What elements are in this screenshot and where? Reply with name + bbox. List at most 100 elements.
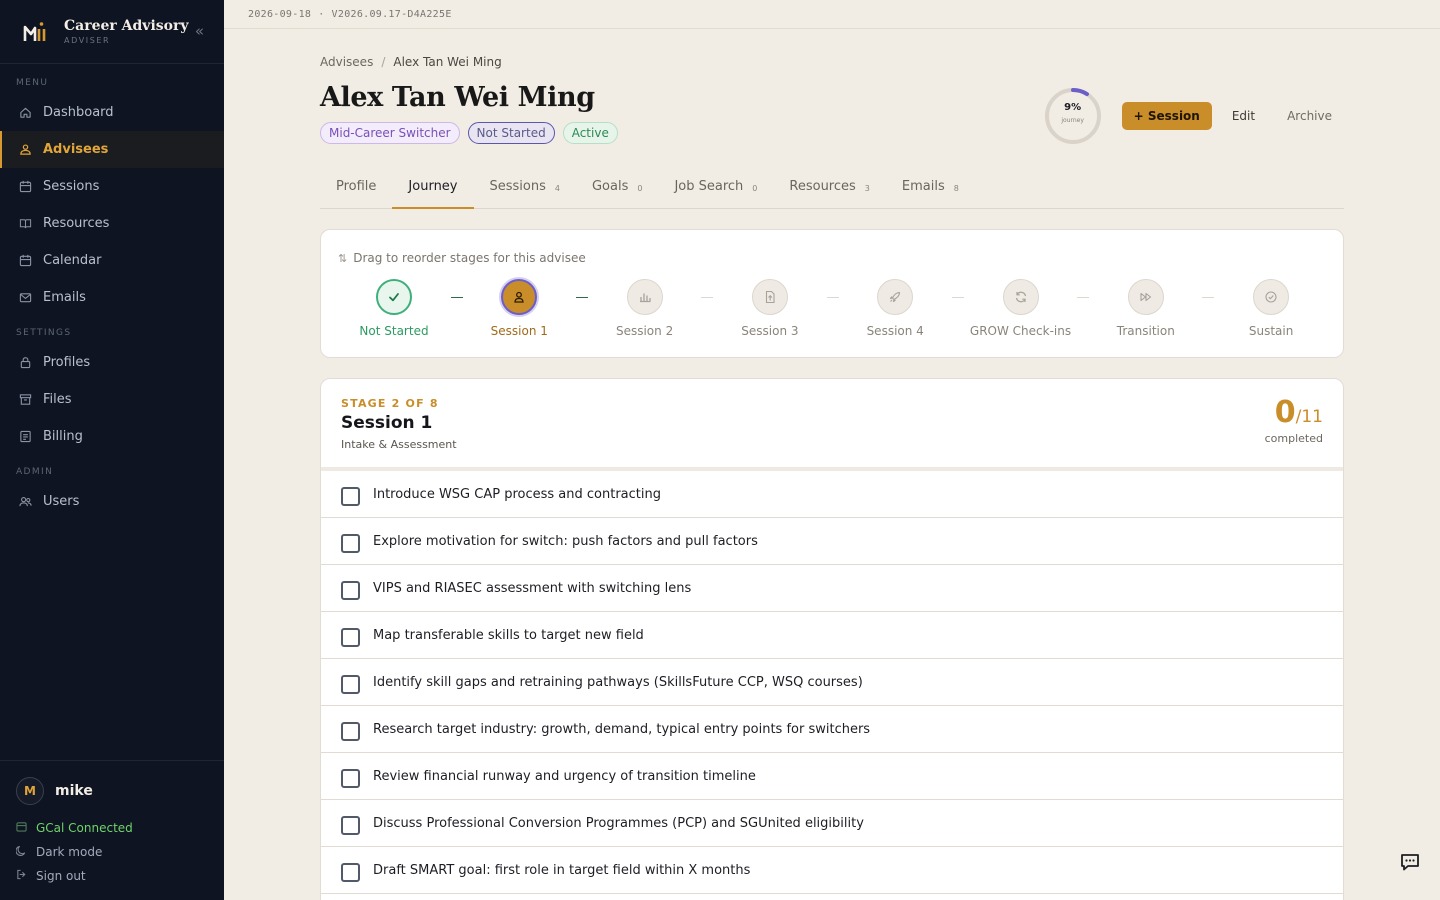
checklist-item-text: Explore motivation for switch: push fact… — [373, 533, 758, 549]
sidebar-item-users[interactable]: Users — [0, 483, 224, 520]
sidebar-item-calendar[interactable]: Calendar — [0, 242, 224, 279]
build-version: V2026.09.17-D4A225E — [331, 8, 452, 20]
collapse-sidebar-icon[interactable]: « — [195, 22, 204, 40]
checklist-checkbox[interactable] — [341, 815, 360, 835]
checklist-checkbox[interactable] — [341, 862, 360, 882]
stage-session-2[interactable]: Session 2 — [585, 279, 705, 338]
sidebar-item-emails[interactable]: Emails — [0, 279, 224, 316]
stage-name: Session 4 — [866, 324, 924, 338]
breadcrumb-parent[interactable]: Advisees — [320, 55, 373, 69]
people-icon — [18, 143, 32, 157]
tab-job-search[interactable]: Job Search 0 — [658, 171, 773, 209]
journey-status-badge: Not Started — [467, 122, 555, 144]
sidebar-item-label: Dashboard — [43, 105, 114, 120]
checklist-item: Explore motivation for switch: push fact… — [321, 518, 1343, 565]
stage-name: Session 2 — [615, 324, 674, 338]
tab-sessions[interactable]: Sessions 4 — [474, 171, 576, 209]
brand: Career Advisory ADVISER « — [0, 0, 224, 64]
active-status-badge: Active — [562, 122, 618, 144]
tab-label: Goals — [591, 179, 629, 194]
calendar-icon — [18, 180, 32, 194]
breadcrumb-current: Alex Tan Wei Ming — [393, 55, 502, 69]
done-count: 0 — [1274, 395, 1296, 430]
stage-name: Transition — [1116, 324, 1175, 338]
journey-stages-card: ⇅ Drag to reorder stages for this advisee… — [320, 229, 1344, 358]
header-actions: 9% journey + Session Edit Archive — [1044, 87, 1344, 145]
sidebar-item-label: Users — [43, 494, 80, 509]
stage-name: Sustain — [1248, 324, 1294, 338]
sign-out-link[interactable]: Sign out — [16, 869, 208, 883]
stage-name: Session 3 — [741, 324, 799, 338]
user-name: mike — [55, 783, 93, 799]
checklist-checkbox[interactable] — [341, 721, 360, 741]
moon-icon — [15, 845, 28, 859]
refresh-icon — [1002, 279, 1039, 315]
sidebar-item-resources[interactable]: Resources — [0, 205, 224, 242]
sidebar-item-sessions[interactable]: Sessions — [0, 168, 224, 205]
checklist-checkbox[interactable] — [341, 533, 360, 553]
checklist-item: Review financial runway and urgency of t… — [321, 753, 1343, 800]
sign-out-icon — [16, 869, 28, 883]
sidebar-item-dashboard[interactable]: Dashboard — [0, 94, 224, 131]
brand-name: Career Advisory — [64, 18, 189, 34]
checklist-item-text: Map transferable skills to target new fi… — [373, 627, 644, 643]
stage-grow-check-ins[interactable]: GROW Check-ins — [961, 279, 1081, 338]
tab-journey[interactable]: Journey — [392, 171, 474, 209]
sidebar-item-label: Emails — [43, 290, 86, 305]
build-date: 2026-09-18 — [248, 8, 312, 20]
reorder-icon: ⇅ — [338, 252, 348, 265]
sidebar-item-files[interactable]: Files — [0, 381, 224, 418]
sidebar: Career Advisory ADVISER « MENU Dashboard A… — [0, 0, 224, 900]
users-icon — [18, 495, 32, 509]
stage-checklist: STAGE 2 OF 8 Session 1 Intake & Assessme… — [320, 378, 1344, 900]
check-icon — [376, 279, 412, 315]
checklist-item-text: Identify skill gaps and retraining pathw… — [373, 674, 863, 690]
journey-label: journey — [1061, 117, 1084, 124]
stage-name: Not Started — [359, 324, 429, 338]
stage-transition[interactable]: Transition — [1086, 279, 1206, 338]
checklist-checkbox[interactable] — [341, 486, 360, 506]
sidebar-item-profiles[interactable]: Profiles — [0, 344, 224, 381]
tab-label: Job Search — [674, 179, 744, 194]
check-circle-icon — [1253, 279, 1290, 315]
tab-emails[interactable]: Emails 8 — [886, 171, 975, 209]
tab-profile[interactable]: Profile — [320, 171, 392, 209]
calendar-icon — [18, 254, 32, 268]
archive-button[interactable]: Archive — [1275, 102, 1344, 130]
dark-mode-label: Dark mode — [36, 845, 103, 859]
stage-session-4[interactable]: Session 4 — [835, 279, 955, 338]
checklist-item-text: Discuss Professional Conversion Programm… — [373, 815, 864, 831]
checklist-items: Introduce WSG CAP process and contractin… — [321, 471, 1343, 894]
checklist-checkbox[interactable] — [341, 674, 360, 694]
file-upload-icon — [751, 279, 788, 315]
add-session-button[interactable]: + Session — [1121, 102, 1212, 130]
stage-session-3[interactable]: Session 3 — [710, 279, 830, 338]
tab-count: 3 — [864, 184, 870, 193]
dark-mode-toggle[interactable]: Dark mode — [15, 845, 208, 859]
sidebar-item-advisees[interactable]: Advisees — [0, 131, 224, 168]
sidebar-item-label: Calendar — [43, 253, 102, 268]
nav-section-label: SETTINGS — [16, 328, 72, 338]
total-count: /11 — [1295, 407, 1323, 427]
fast-forward-icon — [1127, 279, 1164, 315]
stage-title: Session 1 — [341, 413, 433, 433]
checklist-item: Map transferable skills to target new fi… — [321, 612, 1343, 659]
chat-icon[interactable] — [1399, 851, 1421, 873]
checklist-checkbox[interactable] — [341, 768, 360, 788]
tab-resources[interactable]: Resources 3 — [773, 171, 885, 209]
sidebar-item-label: Resources — [43, 216, 110, 231]
tab-goals[interactable]: Goals 0 — [576, 171, 658, 209]
checklist-checkbox[interactable] — [341, 580, 360, 600]
edit-button[interactable]: Edit — [1220, 102, 1267, 130]
stage-session-1[interactable]: Session 1 — [459, 279, 579, 338]
completion-count: 0/11 completed — [1265, 395, 1323, 445]
sidebar-item-billing[interactable]: Billing — [0, 418, 224, 455]
sidebar-footer: M mike GCal Connected Dark mode Sign out — [0, 760, 224, 900]
drag-hint-text: Drag to reorder stages for this advisee — [353, 251, 586, 265]
checklist-checkbox[interactable] — [341, 627, 360, 647]
stage-not-started[interactable]: Not Started — [334, 279, 454, 338]
stage-name: Session 1 — [490, 324, 548, 338]
stage-position: STAGE 2 OF 8 — [341, 397, 439, 410]
user-row[interactable]: M mike — [16, 777, 208, 805]
stage-sustain[interactable]: Sustain — [1211, 279, 1331, 338]
